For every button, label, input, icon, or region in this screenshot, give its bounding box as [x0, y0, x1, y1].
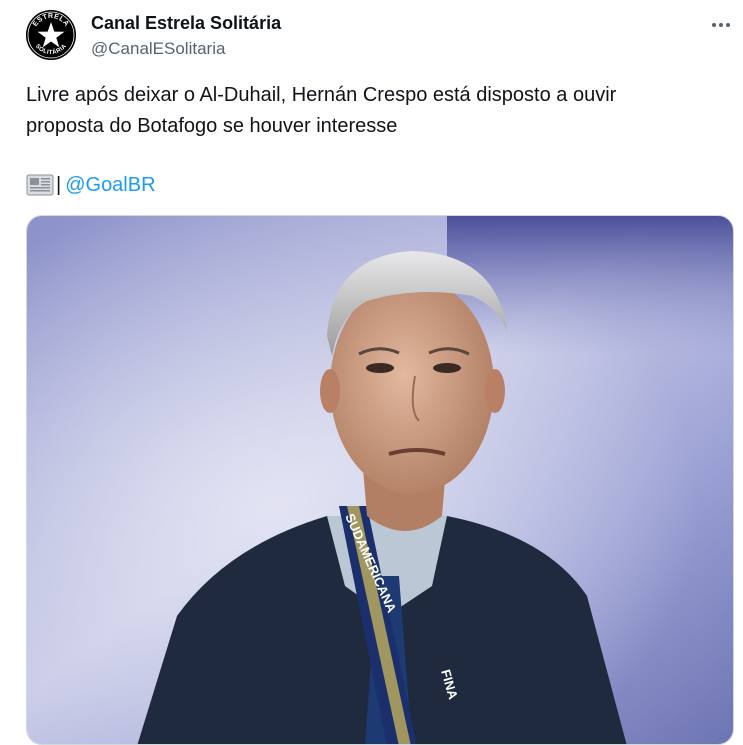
user-handle[interactable]: @CanalESolitaria [91, 38, 225, 60]
tweet-text: Livre após deixar o Al-Duhail, Hernán Cr… [26, 80, 716, 142]
tweet-photo[interactable]: SUDAMERICANA FINA [26, 215, 734, 745]
source-line: | @GoalBR [26, 170, 156, 200]
avatar[interactable]: ESTRELA SOLITÁRIA [26, 10, 76, 60]
display-name[interactable]: Canal Estrela Solitária [91, 12, 281, 34]
tweet-text-line-2: proposta do Botafogo se houver interesse [26, 115, 398, 137]
mention-link[interactable]: @GoalBR [65, 174, 155, 197]
photo-illustration: SUDAMERICANA FINA [27, 216, 733, 744]
newspaper-icon [26, 174, 54, 196]
more-options-icon[interactable] [704, 8, 738, 42]
tweet-card[interactable]: ESTRELA SOLITÁRIA Canal Estrela Solitári… [0, 0, 743, 745]
tweet-text-line-1: Livre após deixar o Al-Duhail, Hernán Cr… [26, 84, 617, 106]
source-separator: | [56, 173, 62, 196]
